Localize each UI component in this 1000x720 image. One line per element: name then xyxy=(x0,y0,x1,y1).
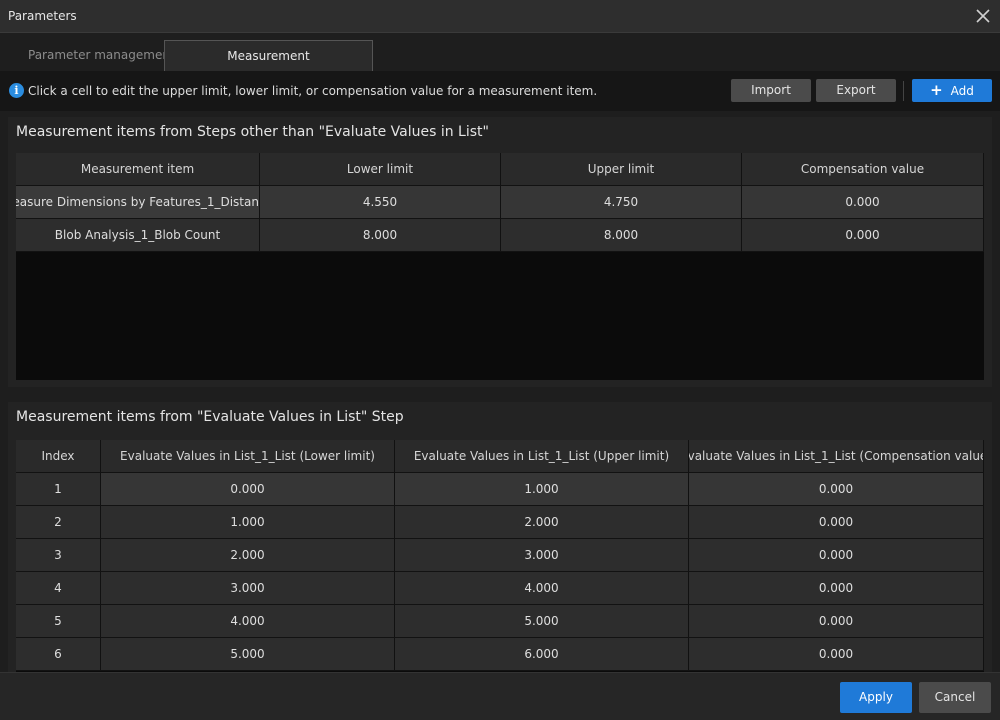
compensation-cell[interactable]: 0.000 xyxy=(689,506,984,538)
hint-text: Click a cell to edit the upper limit, lo… xyxy=(28,84,598,98)
upper-limit-cell[interactable]: 3.000 xyxy=(395,539,689,571)
toolbar-divider xyxy=(903,81,904,101)
index-cell: 6 xyxy=(16,638,101,670)
section-title: Measurement items from Steps other than … xyxy=(16,124,489,140)
table-row[interactable]: 1 0.000 1.000 0.000 xyxy=(16,473,984,506)
index-cell: 4 xyxy=(16,572,101,604)
table-row[interactable]: Measure Dimensions by Features_1_Distanc… xyxy=(16,186,984,219)
add-button[interactable]: + Add xyxy=(912,79,992,102)
column-header: Evaluate Values in List_1_List (Compensa… xyxy=(689,440,984,472)
column-header: Upper limit xyxy=(501,153,742,185)
measurement-items-table: Measurement item Lower limit Upper limit… xyxy=(16,153,984,380)
section-other-steps: Measurement items from Steps other than … xyxy=(8,117,992,387)
lower-limit-cell[interactable]: 8.000 xyxy=(260,219,501,251)
lower-limit-cell[interactable]: 4.550 xyxy=(260,186,501,218)
table-row[interactable]: 2 1.000 2.000 0.000 xyxy=(16,506,984,539)
window-title: Parameters xyxy=(8,9,77,23)
compensation-cell[interactable]: 0.000 xyxy=(742,219,984,251)
measurement-item-cell: Blob Analysis_1_Blob Count xyxy=(16,219,260,251)
close-icon[interactable] xyxy=(972,5,994,27)
evaluate-values-table: Index Evaluate Values in List_1_List (Lo… xyxy=(16,440,984,672)
table-header: Index Evaluate Values in List_1_List (Lo… xyxy=(16,440,984,473)
compensation-cell[interactable]: 0.000 xyxy=(689,473,984,505)
index-cell: 1 xyxy=(16,473,101,505)
upper-limit-cell[interactable]: 1.000 xyxy=(395,473,689,505)
lower-limit-cell[interactable]: 2.000 xyxy=(101,539,395,571)
table-row[interactable]: Blob Analysis_1_Blob Count 8.000 8.000 0… xyxy=(16,219,984,252)
lower-limit-cell[interactable]: 1.000 xyxy=(101,506,395,538)
lower-limit-cell[interactable]: 5.000 xyxy=(101,638,395,670)
table-row[interactable]: 6 5.000 6.000 0.000 xyxy=(16,638,984,671)
column-header: Index xyxy=(16,440,101,472)
upper-limit-cell[interactable]: 2.000 xyxy=(395,506,689,538)
column-header: Evaluate Values in List_1_List (Lower li… xyxy=(101,440,395,472)
table-row[interactable]: 3 2.000 3.000 0.000 xyxy=(16,539,984,572)
upper-limit-cell[interactable]: 5.000 xyxy=(395,605,689,637)
compensation-cell[interactable]: 0.000 xyxy=(689,638,984,670)
toolbar: i Click a cell to edit the upper limit, … xyxy=(0,71,1000,111)
import-button[interactable]: Import xyxy=(731,79,811,102)
section-evaluate-values: Measurement items from "Evaluate Values … xyxy=(8,402,992,672)
table-row[interactable]: 4 3.000 4.000 0.000 xyxy=(16,572,984,605)
plus-icon: + xyxy=(930,81,943,99)
export-button[interactable]: Export xyxy=(816,79,896,102)
index-cell: 5 xyxy=(16,605,101,637)
measurement-item-cell: Measure Dimensions by Features_1_Distanc… xyxy=(16,186,260,218)
lower-limit-cell[interactable]: 0.000 xyxy=(101,473,395,505)
index-cell: 3 xyxy=(16,539,101,571)
apply-button[interactable]: Apply xyxy=(840,682,912,713)
lower-limit-cell[interactable]: 4.000 xyxy=(101,605,395,637)
lower-limit-cell[interactable]: 3.000 xyxy=(101,572,395,604)
column-header: Compensation value xyxy=(742,153,984,185)
table-row[interactable]: 5 4.000 5.000 0.000 xyxy=(16,605,984,638)
tab-measurement-range-compensation[interactable]: Measurement range/compensation xyxy=(164,40,373,94)
dialog-footer: Apply Cancel xyxy=(0,672,1000,720)
window-titlebar: Parameters xyxy=(0,0,1000,33)
add-button-label: Add xyxy=(950,84,974,98)
section-title: Measurement items from "Evaluate Values … xyxy=(16,409,404,425)
compensation-cell[interactable]: 0.000 xyxy=(689,539,984,571)
compensation-cell[interactable]: 0.000 xyxy=(689,572,984,604)
column-header: Evaluate Values in List_1_List (Upper li… xyxy=(395,440,689,472)
upper-limit-cell[interactable]: 8.000 xyxy=(501,219,742,251)
index-cell: 2 xyxy=(16,506,101,538)
upper-limit-cell[interactable]: 6.000 xyxy=(395,638,689,670)
info-icon: i xyxy=(9,83,24,98)
column-header: Lower limit xyxy=(260,153,501,185)
column-header: Measurement item xyxy=(16,153,260,185)
compensation-cell[interactable]: 0.000 xyxy=(689,605,984,637)
compensation-cell[interactable]: 0.000 xyxy=(742,186,984,218)
tab-parameter-management[interactable]: Parameter management xyxy=(16,40,187,71)
tab-bar: Parameter management Measurement range/c… xyxy=(0,33,1000,94)
upper-limit-cell[interactable]: 4.000 xyxy=(395,572,689,604)
upper-limit-cell[interactable]: 4.750 xyxy=(501,186,742,218)
table-header: Measurement item Lower limit Upper limit… xyxy=(16,153,984,186)
cancel-button[interactable]: Cancel xyxy=(919,682,991,713)
